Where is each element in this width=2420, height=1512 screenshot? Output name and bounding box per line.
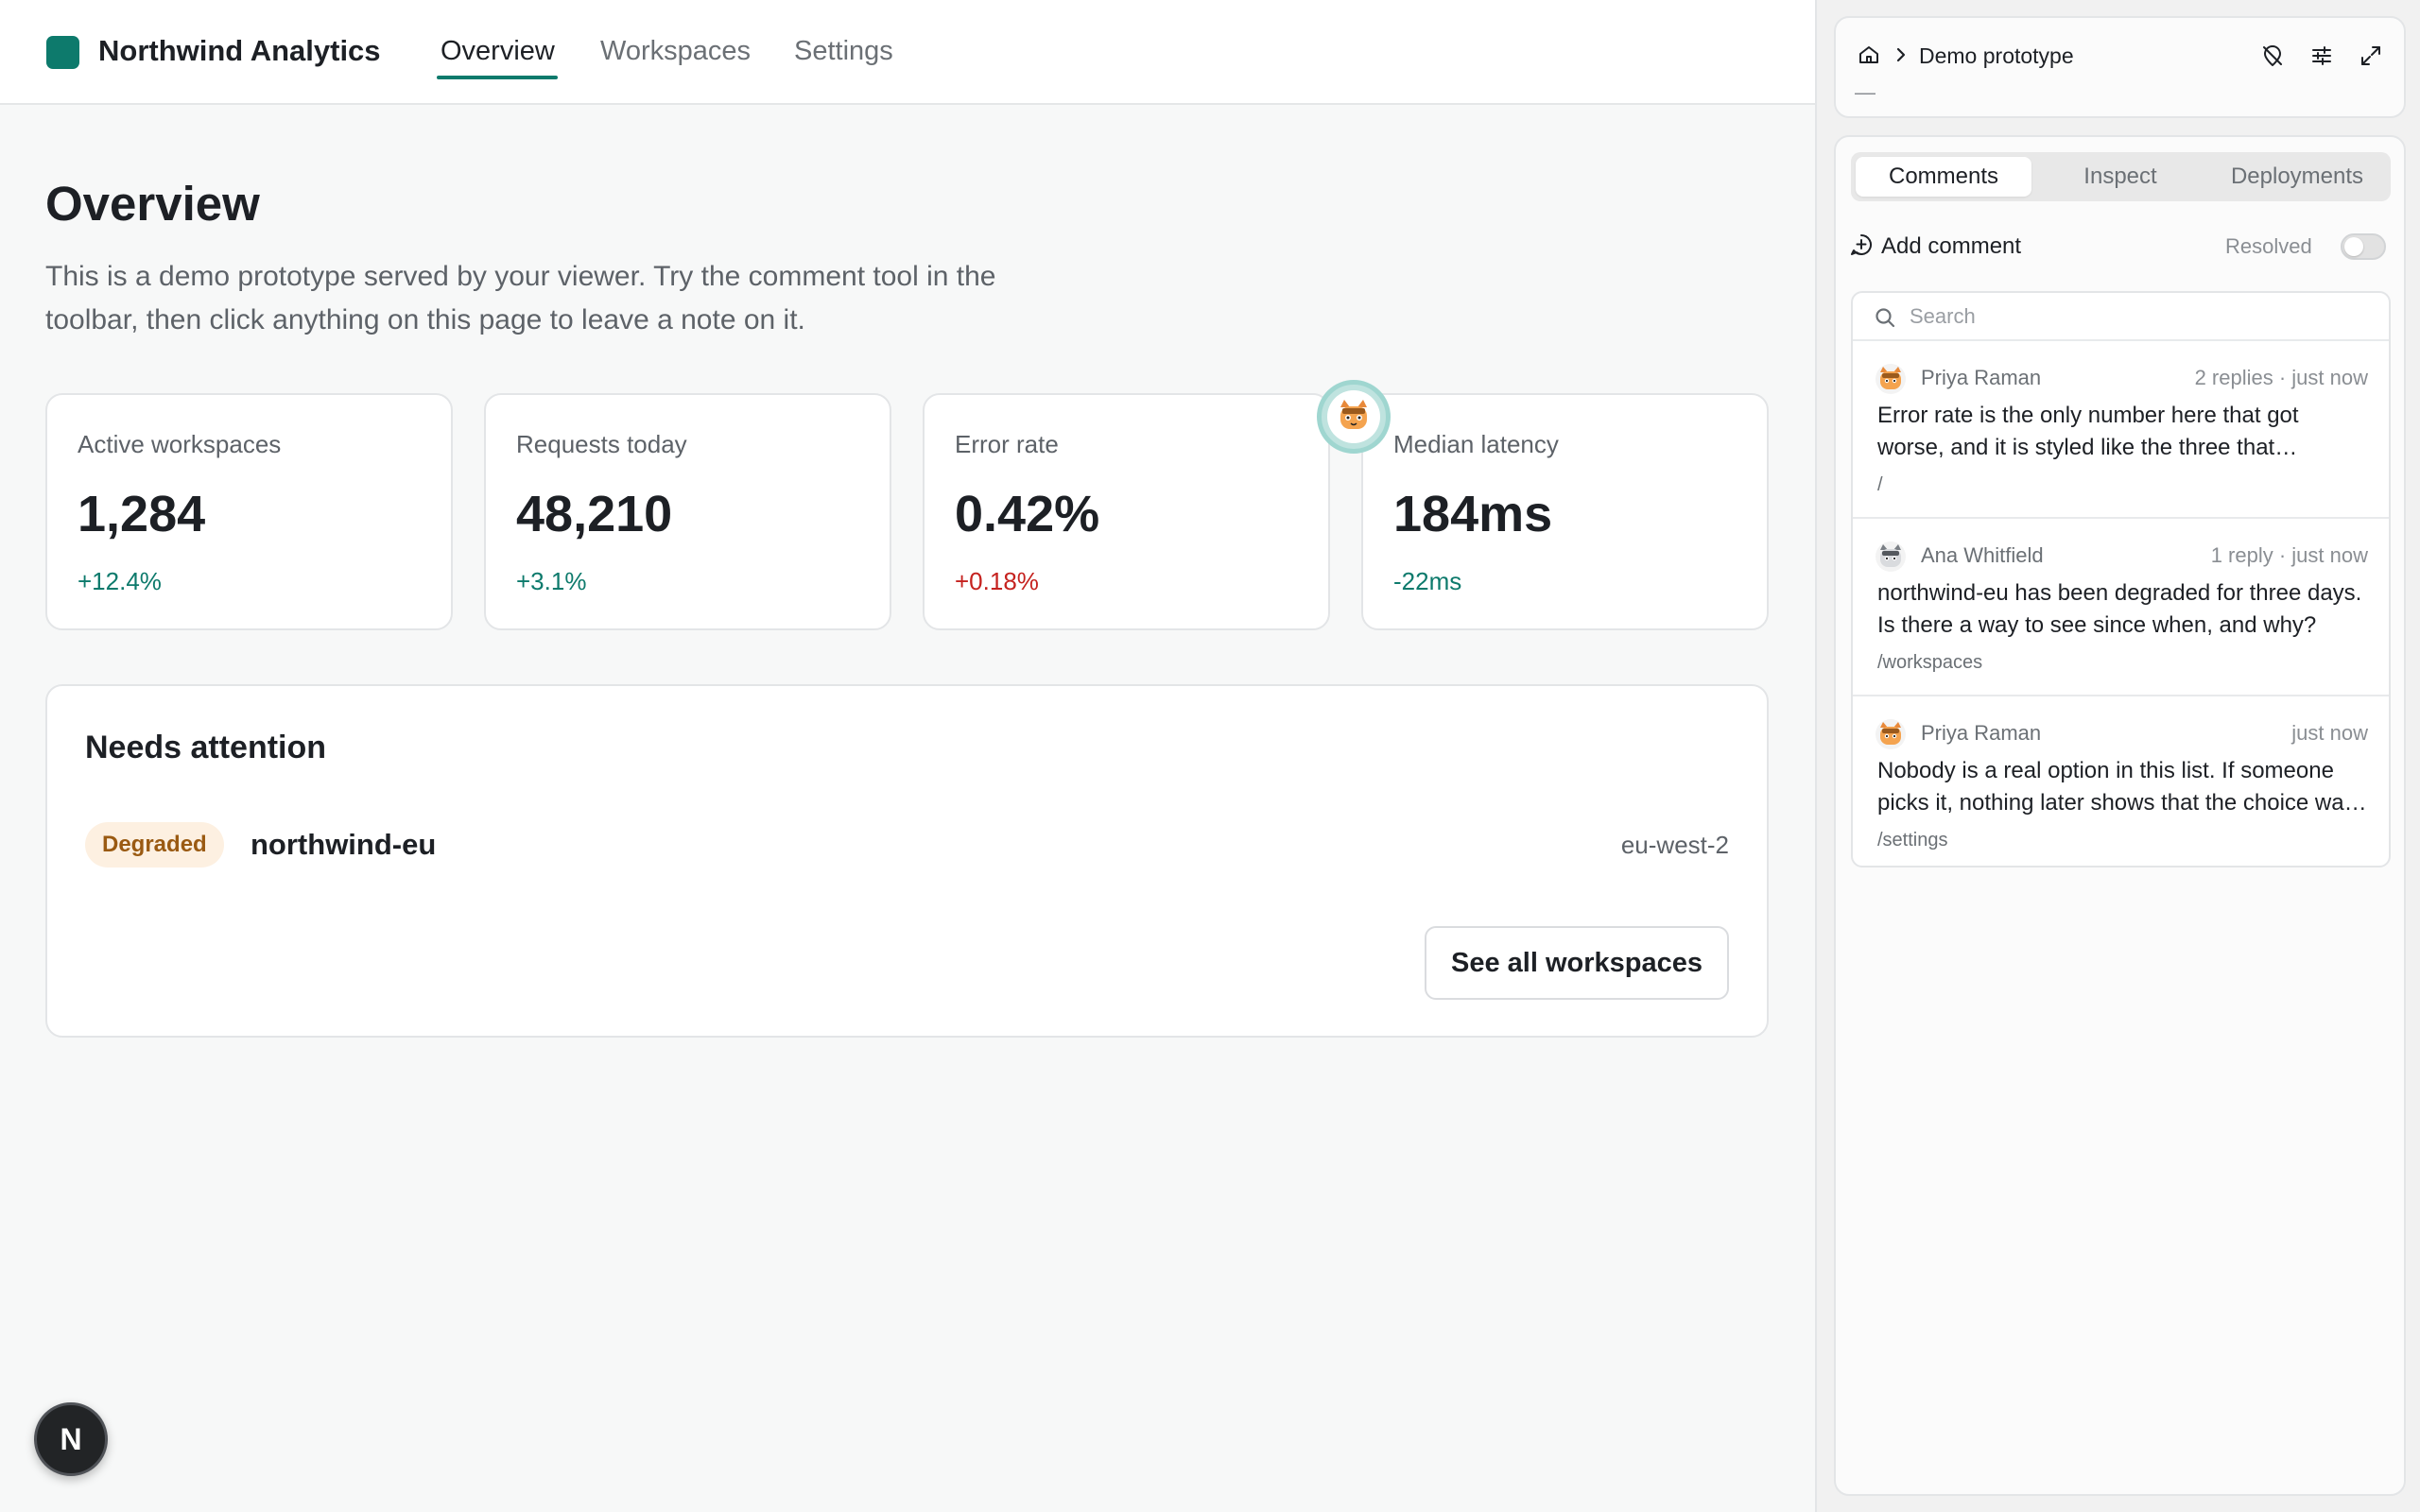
workspace-name[interactable]: northwind-eu xyxy=(251,826,436,864)
comment-meta: 2 replies · just now xyxy=(2194,366,2368,389)
page-title: Overview xyxy=(45,177,260,231)
cat-avatar-icon xyxy=(1876,719,1906,749)
stat-card-median-latency: Median latency 184ms -22ms xyxy=(1361,393,1769,630)
stat-delta: -22ms xyxy=(1393,567,1462,595)
stat-label: Requests today xyxy=(516,430,687,458)
stat-delta: +0.18% xyxy=(955,567,1039,595)
needs-attention-card: Needs attention Degraded northwind-eu eu… xyxy=(45,684,1769,1038)
comment-author: Ana Whitfield xyxy=(1921,543,2044,567)
add-comment-icon xyxy=(1849,232,1874,262)
stat-card-error-rate: Error rate 0.42% +0.18% xyxy=(923,393,1330,630)
stat-value: 1,284 xyxy=(78,486,206,542)
add-comment-button[interactable]: Add comment xyxy=(1849,230,2021,264)
search-bar xyxy=(1853,293,2389,341)
comment-path: /settings xyxy=(1877,830,1948,850)
tab-comments[interactable]: Comments xyxy=(1856,157,2031,197)
nav-tab-settings[interactable]: Settings xyxy=(794,32,893,70)
chevron-right-icon xyxy=(1889,41,1913,69)
comment-meta: 1 reply · just now xyxy=(2210,543,2368,567)
brand-logo-icon xyxy=(46,36,79,69)
brand-name: Northwind Analytics xyxy=(98,34,381,67)
comment-path: /workspaces xyxy=(1877,652,1983,673)
home-icon[interactable] xyxy=(1853,39,1885,71)
panel-tabs: Comments Inspect Deployments xyxy=(1851,152,2391,201)
top-navbar: Northwind Analytics Overview Workspaces … xyxy=(0,0,1815,105)
comments-side-panel: Demo prototype — Comments Inspect Deploy… xyxy=(1815,0,2420,1512)
section-title: Needs attention xyxy=(85,730,327,765)
comment-item[interactable]: Ana Whitfield 1 reply · just now northwi… xyxy=(1853,519,2389,696)
stat-delta: +3.1% xyxy=(516,567,587,595)
breadcrumb-subtitle: — xyxy=(1855,80,1876,104)
cat-avatar-icon xyxy=(1876,364,1906,394)
cat-avatar-icon xyxy=(1876,541,1906,572)
workspace-region: eu-west-2 xyxy=(1620,831,1729,859)
stat-value: 0.42% xyxy=(955,486,1100,542)
cat-avatar-icon xyxy=(1327,390,1380,443)
page-description: This is a demo prototype served by your … xyxy=(45,261,996,335)
settings-sliders-icon[interactable] xyxy=(2305,39,2339,73)
stat-label: Median latency xyxy=(1393,430,1559,458)
expand-icon[interactable] xyxy=(2354,39,2388,73)
toggle-knob xyxy=(2344,237,2363,256)
status-badge: Degraded xyxy=(85,822,224,868)
stat-label: Active workspaces xyxy=(78,430,282,458)
stat-value: 184ms xyxy=(1393,486,1553,542)
comment-path: / xyxy=(1877,474,1883,495)
comment-author: Priya Raman xyxy=(1921,721,2042,745)
comment-body: Nobody is a real option in this list. If… xyxy=(1877,758,2356,816)
search-icon xyxy=(1872,304,1898,331)
comments-card: Comments Inspect Deployments Add comment… xyxy=(1834,135,2406,1496)
resolved-label: Resolved xyxy=(2225,234,2312,258)
nav-tab-workspaces[interactable]: Workspaces xyxy=(600,32,751,70)
comment-body: Error rate is the only number here that … xyxy=(1877,403,2299,460)
panel-header: Demo prototype — xyxy=(1834,16,2406,118)
comment-body: northwind-eu has been degraded for three… xyxy=(1877,580,2362,638)
add-comment-label: Add comment xyxy=(1881,233,2022,259)
comment-item[interactable]: Priya Raman just now Nobody is a real op… xyxy=(1853,696,2389,866)
see-all-workspaces-button[interactable]: See all workspaces xyxy=(1425,926,1729,1000)
stat-delta: +12.4% xyxy=(78,567,162,595)
comment-pin[interactable] xyxy=(1317,380,1391,454)
comment-author: Priya Raman xyxy=(1921,366,2042,389)
tab-deployments[interactable]: Deployments xyxy=(2209,157,2385,197)
breadcrumb-title[interactable]: Demo prototype xyxy=(1919,41,2074,71)
resolved-toggle[interactable] xyxy=(2341,233,2386,260)
stat-card-active-workspaces: Active workspaces 1,284 +12.4% xyxy=(45,393,453,630)
tab-inspect[interactable]: Inspect xyxy=(2032,157,2208,197)
hide-comments-icon[interactable] xyxy=(2256,39,2290,73)
nav-active-underline xyxy=(437,76,558,79)
nav-tab-overview[interactable]: Overview xyxy=(441,32,555,70)
app-area: Northwind Analytics Overview Workspaces … xyxy=(0,0,1815,1512)
stat-value: 48,210 xyxy=(516,486,673,542)
comment-list: Priya Raman 2 replies · just now Error r… xyxy=(1851,291,2391,868)
stat-label: Error rate xyxy=(955,430,1059,458)
stat-card-requests-today: Requests today 48,210 +3.1% xyxy=(484,393,891,630)
comment-meta: just now xyxy=(2291,721,2368,745)
search-input[interactable] xyxy=(1910,301,2373,333)
comment-item[interactable]: Priya Raman 2 replies · just now Error r… xyxy=(1853,341,2389,519)
n-floating-button[interactable]: N xyxy=(34,1402,108,1476)
